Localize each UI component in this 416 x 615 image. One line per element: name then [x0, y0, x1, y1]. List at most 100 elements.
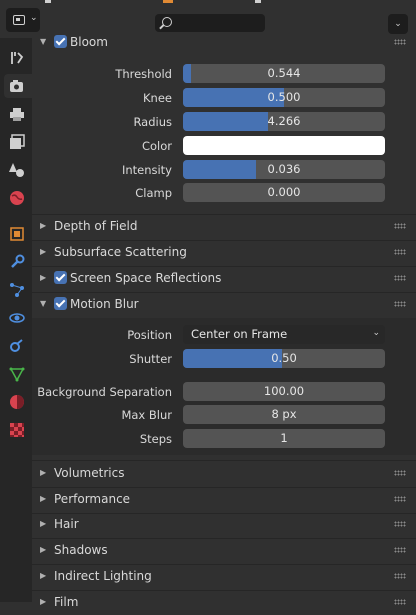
drag-handle-icon[interactable] — [394, 573, 406, 579]
material-tab[interactable] — [4, 390, 30, 414]
intensity-label: Intensity — [121, 163, 172, 177]
cone-sphere-icon — [9, 163, 24, 177]
bloom-panel-header[interactable]: ▼ Bloom — [32, 31, 416, 55]
collapsed-arrow-icon: ▶ — [40, 468, 47, 477]
view-layer-tab[interactable] — [4, 130, 30, 154]
drag-handle-icon[interactable] — [394, 599, 406, 605]
clamp-label: Clamp — [135, 186, 172, 200]
intensity-field[interactable]: 0.036 — [183, 160, 385, 179]
drag-handle-icon[interactable] — [394, 547, 406, 553]
bloom-checkbox[interactable] — [54, 35, 67, 48]
properties-header: ⌄ ⌄ — [0, 0, 416, 34]
collapsed-arrow-icon: ▶ — [40, 221, 47, 230]
render-properties-panel: ▼ Bloom Threshold 0.544 Knee 0.500 Radiu… — [32, 30, 416, 609]
color-swatch[interactable] — [183, 136, 385, 155]
drag-handle-icon[interactable] — [394, 275, 406, 281]
panel-separator — [32, 460, 416, 461]
clamp-value: 0.000 — [267, 185, 301, 199]
max-blur-field[interactable]: 8 px — [183, 405, 385, 424]
expanded-arrow-icon: ▼ — [40, 299, 47, 308]
top-edge-mark — [45, 0, 51, 3]
particles-icon — [10, 283, 24, 297]
world-tab[interactable] — [4, 186, 30, 210]
depth-of-field-panel-header[interactable]: ▶ Depth of Field — [32, 215, 416, 239]
collapsed-arrow-icon: ▶ — [40, 494, 47, 503]
indirect-lighting-panel-header[interactable]: ▶ Indirect Lighting — [32, 565, 416, 589]
motion-blur-checkbox[interactable] — [54, 297, 67, 310]
position-label: Position — [127, 328, 172, 342]
triangle-mesh-icon — [9, 367, 25, 382]
panel-title: Film — [54, 595, 79, 609]
physics-tab[interactable] — [4, 306, 30, 330]
shutter-value: 0.50 — [271, 351, 297, 365]
editor-type-dropdown[interactable]: ⌄ — [6, 8, 40, 32]
screen-space-reflections-checkbox[interactable] — [54, 271, 67, 284]
performance-panel-header[interactable]: ▶ Performance — [32, 488, 416, 512]
image-stack-icon — [10, 134, 25, 149]
drag-handle-icon[interactable] — [394, 249, 406, 255]
panel-title: Volumetrics — [54, 466, 125, 480]
max-blur-label: Max Blur — [121, 408, 172, 422]
texture-tab[interactable] — [4, 418, 30, 442]
volumetrics-panel-header[interactable]: ▶ Volumetrics — [32, 462, 416, 486]
expanded-arrow-icon: ▼ — [40, 37, 47, 46]
scene-tab[interactable] — [4, 158, 30, 182]
background-separation-field[interactable]: 100.00 — [183, 382, 385, 401]
drag-handle-icon[interactable] — [394, 39, 406, 45]
panel-title: Subsurface Scattering — [54, 245, 187, 259]
properties-tab-bar — [0, 38, 32, 602]
bloom-title: Bloom — [70, 35, 108, 49]
drag-handle-icon[interactable] — [394, 496, 406, 502]
data-tab[interactable] — [4, 362, 30, 386]
drag-handle-icon[interactable] — [394, 223, 406, 229]
drag-handle-icon[interactable] — [394, 521, 406, 527]
radius-value: 4.266 — [267, 114, 301, 128]
drag-handle-icon[interactable] — [394, 470, 406, 476]
chevron-down-icon: ⌄ — [30, 13, 38, 23]
shadows-panel-header[interactable]: ▶ Shadows — [32, 539, 416, 563]
material-sphere-icon — [10, 395, 24, 409]
world-icon — [10, 191, 24, 205]
shutter-field[interactable]: 0.50 — [183, 349, 385, 368]
drag-handle-icon[interactable] — [394, 301, 406, 307]
object-tab[interactable] — [4, 222, 30, 246]
output-tab[interactable] — [4, 102, 30, 126]
chevron-down-icon: ⌄ — [394, 19, 402, 29]
panel-title: Shadows — [54, 543, 108, 557]
knee-field[interactable]: 0.500 — [183, 88, 385, 107]
motion-blur-panel-header[interactable]: ▼ Motion Blur — [32, 293, 416, 317]
clamp-field[interactable]: 0.000 — [183, 183, 385, 202]
steps-value: 1 — [280, 431, 288, 445]
panel-title: Screen Space Reflections — [70, 271, 222, 285]
radius-field[interactable]: 4.266 — [183, 112, 385, 131]
motion-blur-title: Motion Blur — [70, 297, 139, 311]
wrench-icon — [11, 254, 25, 268]
top-edge-mark-accent — [163, 0, 173, 3]
collapsed-arrow-icon: ▶ — [40, 273, 47, 282]
steps-label: Steps — [139, 432, 172, 446]
collapsed-arrow-icon: ▶ — [40, 519, 47, 528]
radius-label: Radius — [133, 115, 172, 129]
film-panel-header[interactable]: ▶ Film — [32, 591, 416, 615]
intensity-value: 0.036 — [267, 162, 301, 176]
printer-icon — [10, 108, 24, 121]
screen-space-reflections-panel-header[interactable]: ▶ Screen Space Reflections — [32, 267, 416, 291]
physics-orbit-icon — [9, 313, 25, 323]
threshold-field[interactable]: 0.544 — [183, 64, 385, 83]
constraints-tab[interactable] — [4, 334, 30, 358]
render-tab[interactable] — [4, 74, 32, 98]
modifiers-tab[interactable] — [4, 250, 30, 274]
steps-field[interactable]: 1 — [183, 429, 385, 448]
color-label: Color — [141, 139, 172, 153]
position-dropdown[interactable]: Center on Frame ⌄ — [183, 325, 385, 344]
top-edge-mark — [255, 0, 261, 3]
panel-title: Indirect Lighting — [54, 569, 152, 583]
subsurface-scattering-panel-header[interactable]: ▶ Subsurface Scattering — [32, 241, 416, 265]
tool-tab[interactable] — [4, 46, 30, 70]
shutter-label: Shutter — [129, 352, 172, 366]
threshold-value: 0.544 — [267, 66, 301, 80]
particles-tab[interactable] — [4, 278, 30, 302]
knee-value: 0.500 — [267, 90, 301, 104]
hair-panel-header[interactable]: ▶ Hair — [32, 513, 416, 537]
background-separation-label: Background Separation — [37, 385, 172, 399]
